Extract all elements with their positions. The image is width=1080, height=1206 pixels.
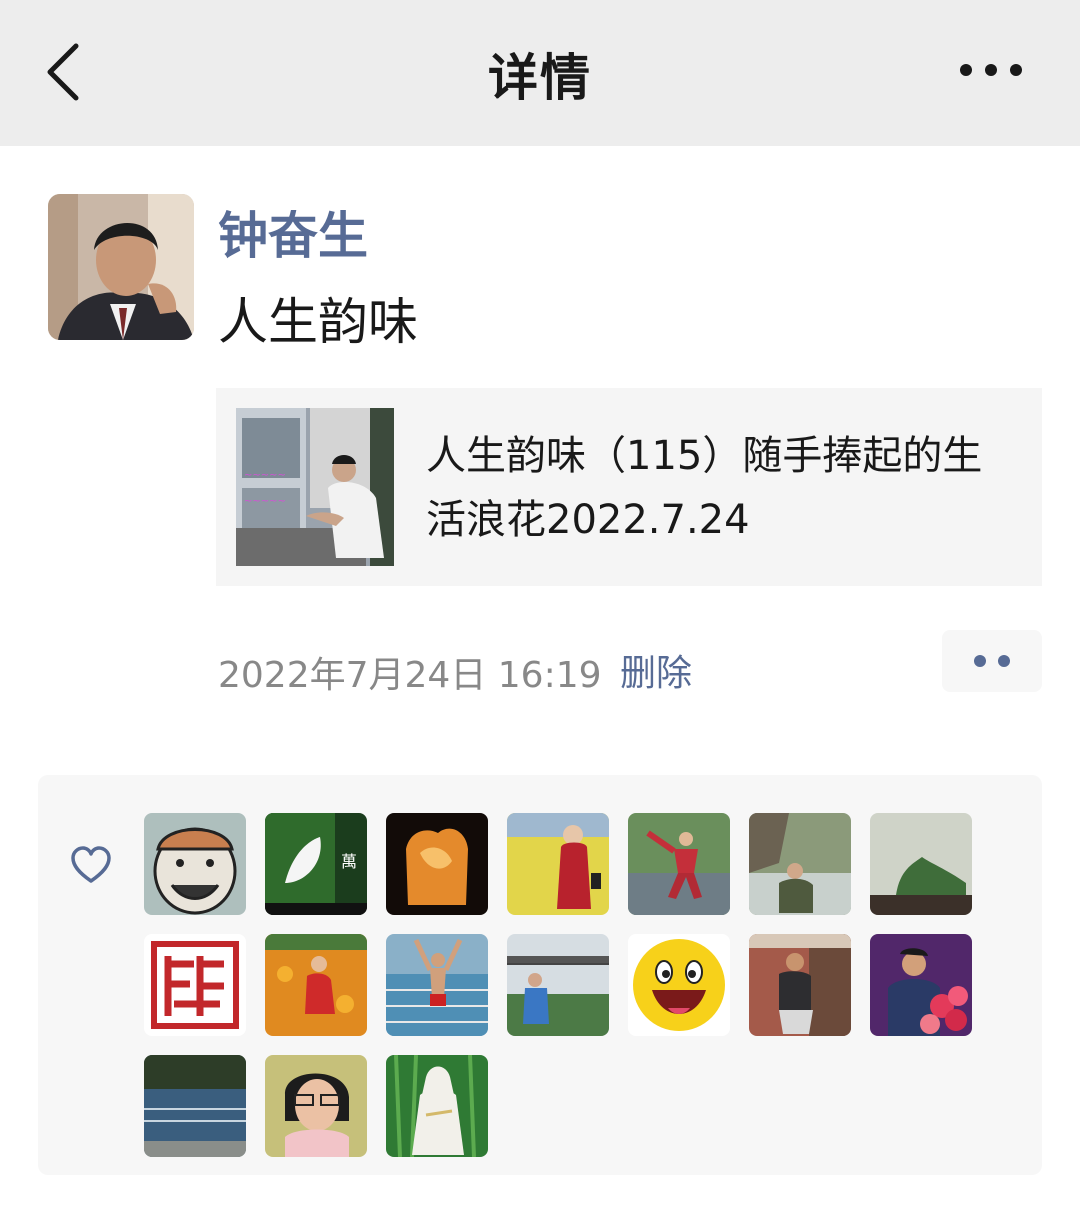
liker-avatar[interactable]: [628, 934, 730, 1036]
link-thumbnail: ~~~~~ ~~~~~: [236, 408, 394, 566]
svg-text:~~~~~: ~~~~~: [244, 470, 286, 481]
page-title: 详情: [488, 49, 592, 107]
post-timestamp: 2022年7月24日 16:19: [218, 655, 602, 696]
liker-avatar[interactable]: [628, 813, 730, 915]
liker-avatar[interactable]: 萬: [265, 813, 367, 915]
heart-outline-icon: [71, 846, 111, 883]
liker-avatar[interactable]: [507, 934, 609, 1036]
more-dots-icon[interactable]: [954, 54, 1028, 86]
likes-panel: 萬: [38, 775, 1042, 1175]
liker-avatar[interactable]: [870, 934, 972, 1036]
liker-avatar[interactable]: [749, 934, 851, 1036]
top-nav-bar: 详情: [0, 0, 1080, 146]
liker-avatar[interactable]: [507, 813, 609, 915]
liker-avatar[interactable]: [144, 813, 246, 915]
liker-avatar[interactable]: [870, 813, 972, 915]
liker-avatar[interactable]: [144, 1055, 246, 1157]
liker-avatar[interactable]: [144, 934, 246, 1036]
svg-text:萬: 萬: [341, 852, 357, 871]
liker-avatar[interactable]: [386, 813, 488, 915]
comment-like-menu-button[interactable]: [942, 630, 1042, 692]
author-avatar[interactable]: [48, 194, 194, 340]
liker-avatar[interactable]: [265, 934, 367, 1036]
liker-avatar[interactable]: [386, 1055, 488, 1157]
link-card[interactable]: ~~~~~ ~~~~~ 人生韵味（115）随手捧起的生活浪花2022.7.24: [216, 388, 1042, 586]
author-name[interactable]: 钟奋生: [218, 196, 368, 268]
delete-button[interactable]: 删除: [620, 644, 692, 696]
liker-avatar[interactable]: [386, 934, 488, 1036]
liker-avatar[interactable]: [265, 1055, 367, 1157]
link-title: 人生韵味（115）随手捧起的生活浪花2022.7.24: [426, 433, 983, 543]
svg-text:~~~~~: ~~~~~: [244, 496, 286, 507]
liker-avatar[interactable]: [749, 813, 851, 915]
post-text: 人生韵味: [218, 293, 418, 351]
